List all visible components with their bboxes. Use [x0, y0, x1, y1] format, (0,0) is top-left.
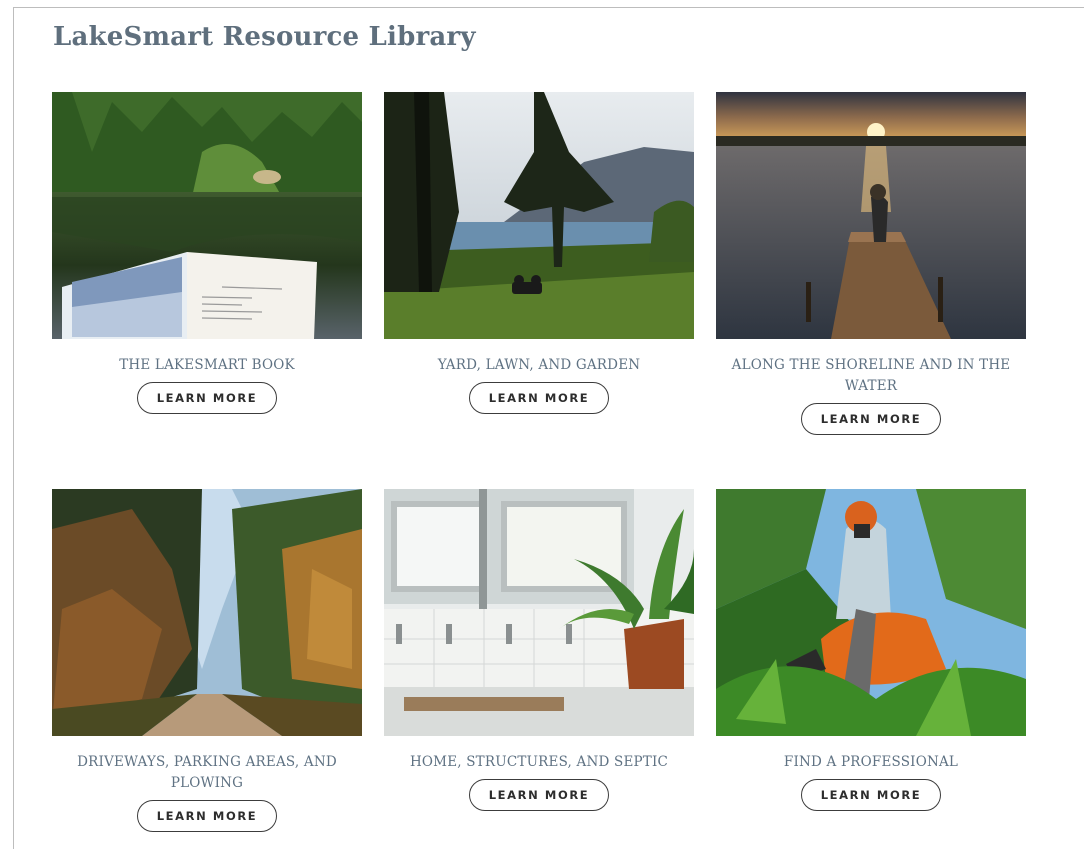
sunset-lawn-photo[interactable]	[384, 92, 694, 339]
brush-cutter-photo[interactable]	[716, 489, 1026, 736]
card-title: FIND A PROFESSIONAL	[783, 754, 959, 770]
card-title: THE LAKESMART BOOK	[119, 357, 295, 373]
learn-more-button[interactable]: LEARN MORE	[137, 382, 277, 414]
learn-more-button[interactable]: LEARN MORE	[469, 382, 609, 414]
resource-card-driveways: DRIVEWAYS, PARKING AREAS, AND PLOWING LE…	[52, 489, 362, 832]
resource-card-shoreline-water: ALONG THE SHORELINE AND IN THE WATER LEA…	[716, 92, 1026, 435]
resource-card-find-professional: FIND A PROFESSIONAL LEARN MORE	[716, 489, 1026, 811]
card-title: ALONG THE SHORELINE AND IN THE WATER	[731, 357, 1011, 394]
learn-more-button[interactable]: LEARN MORE	[469, 779, 609, 811]
forest-road-photo[interactable]	[52, 489, 362, 736]
card-title: HOME, STRUCTURES, AND SEPTIC	[409, 754, 669, 770]
dock-sunset-photo[interactable]	[716, 92, 1026, 339]
card-title: YARD, LAWN, AND GARDEN	[437, 357, 641, 373]
page-title: LakeSmart Resource Library	[53, 22, 476, 52]
learn-more-button[interactable]: LEARN MORE	[801, 779, 941, 811]
sink-plant-photo[interactable]	[384, 489, 694, 736]
resource-card-yard-lawn-garden: YARD, LAWN, AND GARDEN LEARN MORE	[384, 92, 694, 414]
resource-card-home-septic: HOME, STRUCTURES, AND SEPTIC LEARN MORE	[384, 489, 694, 811]
book-on-lake-photo[interactable]	[52, 92, 362, 339]
resource-card-lakesmart-book: THE LAKESMART BOOK LEARN MORE	[52, 92, 362, 414]
learn-more-button[interactable]: LEARN MORE	[137, 800, 277, 832]
learn-more-button[interactable]: LEARN MORE	[801, 403, 941, 435]
card-title: DRIVEWAYS, PARKING AREAS, AND PLOWING	[77, 754, 337, 791]
